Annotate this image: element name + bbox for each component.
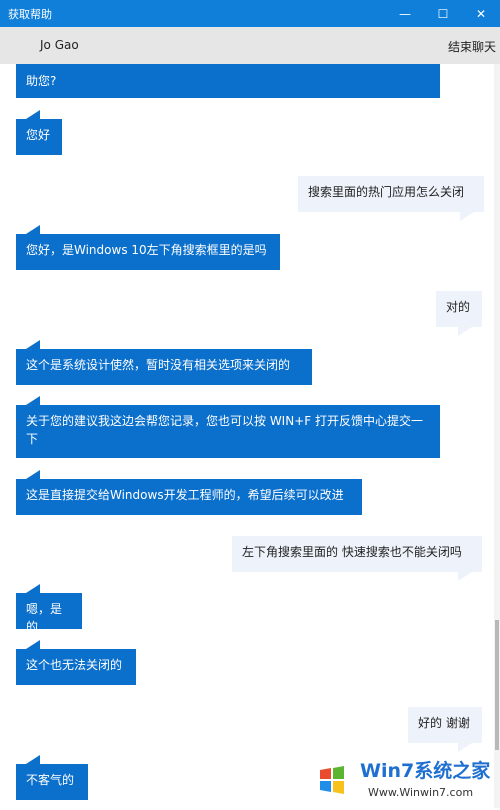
minimize-button[interactable]: — — [386, 0, 424, 27]
user-message: 搜索里面的热门应用怎么关闭 — [298, 176, 484, 221]
agent-message: 不客气的 — [16, 755, 88, 800]
scrollbar[interactable] — [494, 64, 500, 808]
close-button[interactable]: ✕ — [462, 0, 500, 27]
agent-message: 您好，是Windows 10左下角搜索框里的是吗 — [16, 225, 280, 270]
user-message: 左下角搜索里面的 快速搜索也不能关闭吗 — [232, 536, 482, 581]
title-bar: 获取帮助 — ☐ ✕ — [0, 0, 500, 27]
agent-message: 关于您的建议我这边会帮您记录，您也可以按 WIN+F 打开反馈中心提交一下 — [16, 396, 440, 458]
watermark: Win7系统之家 Www.Winwin7.com — [308, 752, 498, 806]
agent-message: 您好 — [16, 110, 62, 155]
end-chat-button[interactable]: 结束聊天 — [448, 38, 496, 55]
agent-message: 这是直接提交给Windows开发工程师的，希望后续可以改进 — [16, 470, 362, 515]
agent-message: 助您? — [16, 64, 440, 98]
watermark-brand: Win7系统之家 — [360, 760, 491, 782]
agent-message: 这个也无法关闭的 — [16, 640, 136, 685]
scrollbar-thumb[interactable] — [495, 620, 499, 750]
maximize-button[interactable]: ☐ — [424, 0, 462, 27]
agent-message: 这个是系统设计使然，暂时没有相关选项来关闭的 — [16, 340, 312, 385]
agent-message: 嗯，是的 — [16, 584, 82, 634]
chat-header: Jo Gao 结束聊天 — [0, 27, 500, 64]
user-message: 对的 — [436, 291, 482, 336]
chat-log[interactable]: 助您? 您好 搜索里面的热门应用怎么关闭 您好，是Windows 10左下角搜索… — [0, 64, 494, 808]
agent-name: Jo Gao — [40, 38, 79, 52]
watermark-url: Www.Winwin7.com — [368, 786, 474, 799]
user-message: 好的 谢谢 — [408, 707, 482, 752]
window-title: 获取帮助 — [8, 8, 52, 21]
